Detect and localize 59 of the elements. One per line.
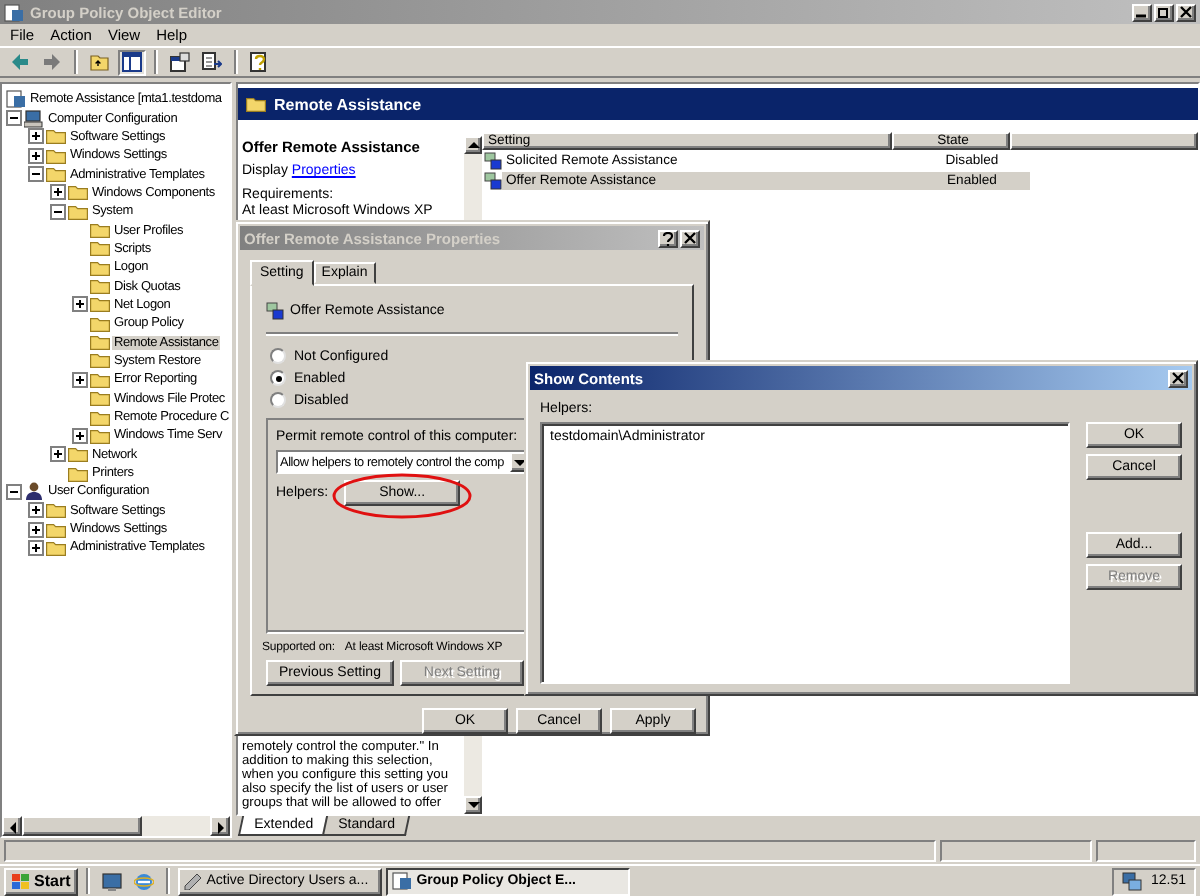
pane-title: Remote Assistance (274, 95, 422, 113)
arrow-up-icon (466, 138, 480, 152)
scroll-up-button[interactable] (464, 136, 482, 154)
policy-document-icon (6, 90, 26, 109)
expand-icon[interactable] (72, 427, 88, 444)
expand-icon[interactable] (28, 502, 44, 519)
app-icon (4, 3, 24, 21)
restore-button[interactable] (1154, 3, 1174, 21)
collapse-icon[interactable] (6, 483, 22, 500)
network-icon (1122, 871, 1143, 891)
close-button[interactable] (680, 229, 700, 247)
forward-arrow-icon[interactable] (38, 49, 66, 75)
collapse-icon[interactable] (28, 166, 44, 183)
policy-setting-icon (266, 302, 284, 320)
expand-icon[interactable] (28, 128, 44, 145)
close-icon (1172, 372, 1184, 384)
close-button[interactable] (1176, 3, 1196, 21)
radio-button[interactable] (270, 348, 286, 364)
close-button[interactable] (1168, 369, 1188, 387)
arrow-right-icon (213, 819, 227, 833)
collapse-icon[interactable] (50, 203, 66, 220)
pen-icon (184, 872, 203, 890)
help-button[interactable] (658, 229, 678, 247)
scroll-right-button[interactable] (210, 816, 230, 836)
expand-icon[interactable] (28, 147, 44, 164)
scroll-down-button[interactable] (464, 796, 482, 814)
export-list-icon[interactable] (198, 49, 226, 75)
policy-setting-icon (484, 151, 502, 169)
expand-icon[interactable] (50, 446, 66, 463)
policy-setting-icon (484, 171, 502, 189)
user-icon (24, 482, 44, 501)
status-panel (1096, 840, 1196, 862)
expand-icon[interactable] (28, 521, 44, 538)
question-mark-icon (662, 231, 674, 245)
close-icon (684, 232, 696, 244)
restore-icon (1158, 6, 1170, 18)
collapse-icon[interactable] (6, 110, 22, 127)
expand-icon[interactable] (72, 296, 88, 313)
tree-panel-icon[interactable] (118, 49, 146, 75)
window-icon[interactable] (166, 49, 194, 75)
minimize-button[interactable] (1132, 3, 1152, 21)
arrow-left-icon (5, 819, 19, 833)
policy-document-icon (392, 872, 413, 890)
computer-icon (24, 109, 44, 128)
expand-icon[interactable] (28, 539, 44, 556)
close-icon (1180, 6, 1192, 18)
scroll-left-button[interactable] (2, 816, 22, 836)
folder-icon (246, 96, 266, 112)
desktop-icon[interactable] (98, 867, 127, 895)
radio-button[interactable] (270, 370, 286, 386)
expand-icon[interactable] (50, 184, 66, 201)
circled-highlight-annotation (332, 473, 472, 519)
radio-button[interactable] (270, 392, 286, 408)
folder-up-icon[interactable] (86, 49, 114, 75)
expand-icon[interactable] (72, 371, 88, 388)
windows-logo-icon (12, 873, 30, 889)
arrow-down-icon (466, 798, 480, 812)
scroll-thumb[interactable] (22, 816, 142, 836)
start-button[interactable]: Start (4, 867, 79, 895)
